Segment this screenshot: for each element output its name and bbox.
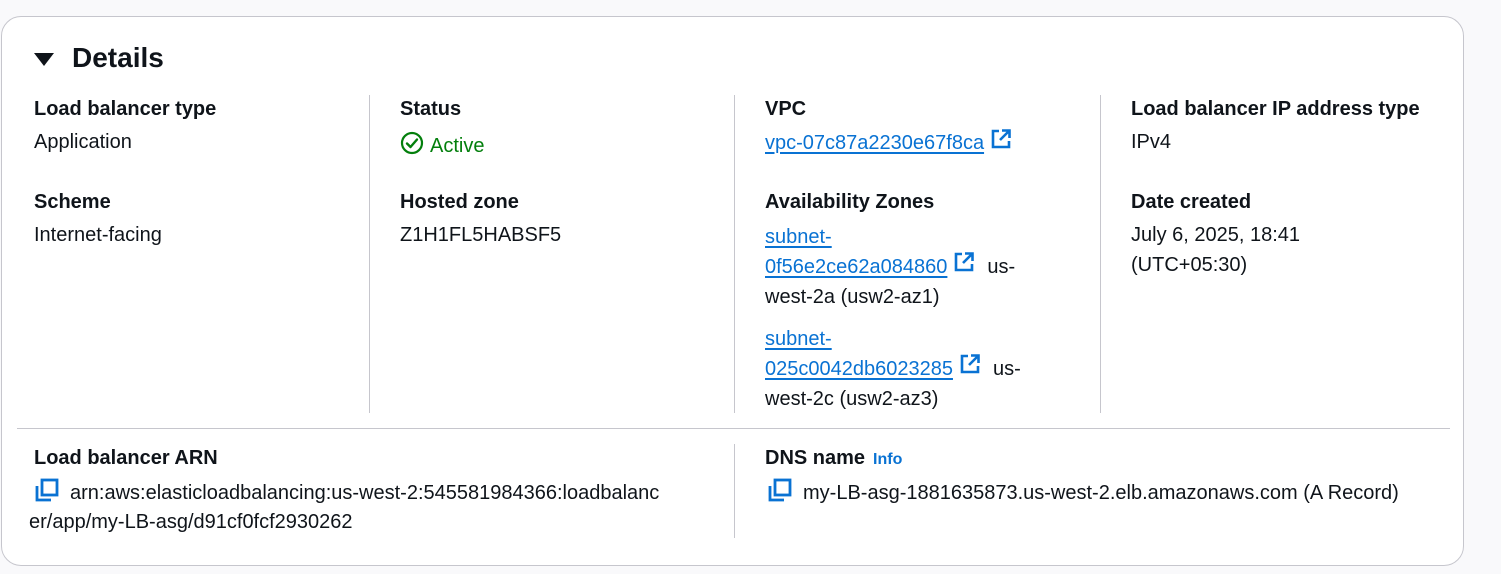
external-link-icon[interactable] bbox=[953, 251, 975, 282]
dns-name-label: DNS name bbox=[765, 447, 866, 469]
scheme-label: Scheme bbox=[34, 191, 111, 213]
status-value: Active bbox=[430, 134, 485, 157]
column-divider bbox=[369, 95, 370, 413]
zone-name: west-2c (usw2-az3) bbox=[765, 388, 939, 410]
column-divider bbox=[734, 95, 735, 413]
ip-address-type-label: Load balancer IP address type bbox=[1131, 98, 1420, 120]
arn-value-line2: er/app/my-LB-asg/d91cf0fcf2930262 bbox=[29, 511, 353, 533]
zone-suffix: us- bbox=[992, 358, 1021, 380]
load-balancer-type-label: Load balancer type bbox=[34, 98, 217, 120]
zone-name: west-2a (usw2-az1) bbox=[765, 286, 940, 308]
subnet-link-part1[interactable]: subnet- bbox=[765, 324, 832, 354]
availability-zone-item: subnet- 025c0042db6023285 us- west-2c (u… bbox=[765, 324, 1055, 414]
external-link-icon[interactable] bbox=[990, 128, 1012, 156]
date-created-line1: July 6, 2025, 18:41 bbox=[1131, 224, 1301, 246]
check-circle-icon bbox=[400, 131, 430, 161]
availability-zone-item: subnet- 0f56e2ce62a084860 us- west-2a (u… bbox=[765, 222, 1055, 312]
subnet-link-part2[interactable]: 025c0042db6023285 bbox=[765, 354, 953, 384]
column-divider bbox=[1100, 95, 1101, 413]
load-balancer-type-value: Application bbox=[34, 131, 132, 153]
dns-name-label-row: DNS name Info bbox=[765, 447, 902, 470]
status-indicator: Active bbox=[400, 131, 484, 161]
copy-icon[interactable] bbox=[767, 477, 793, 512]
details-header[interactable]: Details bbox=[34, 42, 164, 74]
caret-down-icon bbox=[34, 52, 54, 66]
column-divider bbox=[734, 444, 735, 538]
status-label: Status bbox=[400, 98, 462, 120]
external-link-icon[interactable] bbox=[959, 353, 981, 384]
ip-address-type-value: IPv4 bbox=[1131, 131, 1172, 153]
hosted-zone-label: Hosted zone bbox=[400, 191, 519, 213]
dns-name-value: my-LB-asg-1881635873.us-west-2.elb.amazo… bbox=[803, 482, 1399, 504]
date-created-line2: (UTC+05:30) bbox=[1131, 254, 1248, 276]
vpc-link[interactable]: vpc-07c87a2230e67f8ca bbox=[765, 132, 984, 155]
date-created-label: Date created bbox=[1131, 191, 1252, 213]
zone-suffix: us- bbox=[987, 256, 1016, 278]
subnet-link-part1[interactable]: subnet- bbox=[765, 222, 832, 252]
dns-name-row: my-LB-asg-1881635873.us-west-2.elb.amazo… bbox=[767, 477, 1399, 512]
section-title: Details bbox=[72, 42, 164, 73]
availability-zones-label: Availability Zones bbox=[765, 191, 935, 213]
arn-label: Load balancer ARN bbox=[34, 447, 218, 469]
row-divider bbox=[17, 428, 1450, 429]
subnet-link-part2[interactable]: 0f56e2ce62a084860 bbox=[765, 252, 947, 282]
hosted-zone-value: Z1H1FL5HABSF5 bbox=[400, 224, 562, 246]
arn-value-line1: arn:aws:elasticloadbalancing:us-west-2:5… bbox=[70, 482, 660, 504]
scheme-value: Internet-facing bbox=[34, 224, 162, 246]
vpc-link-row: vpc-07c87a2230e67f8ca bbox=[765, 128, 1012, 156]
info-link[interactable]: Info bbox=[873, 451, 902, 469]
vpc-label: VPC bbox=[765, 98, 807, 120]
